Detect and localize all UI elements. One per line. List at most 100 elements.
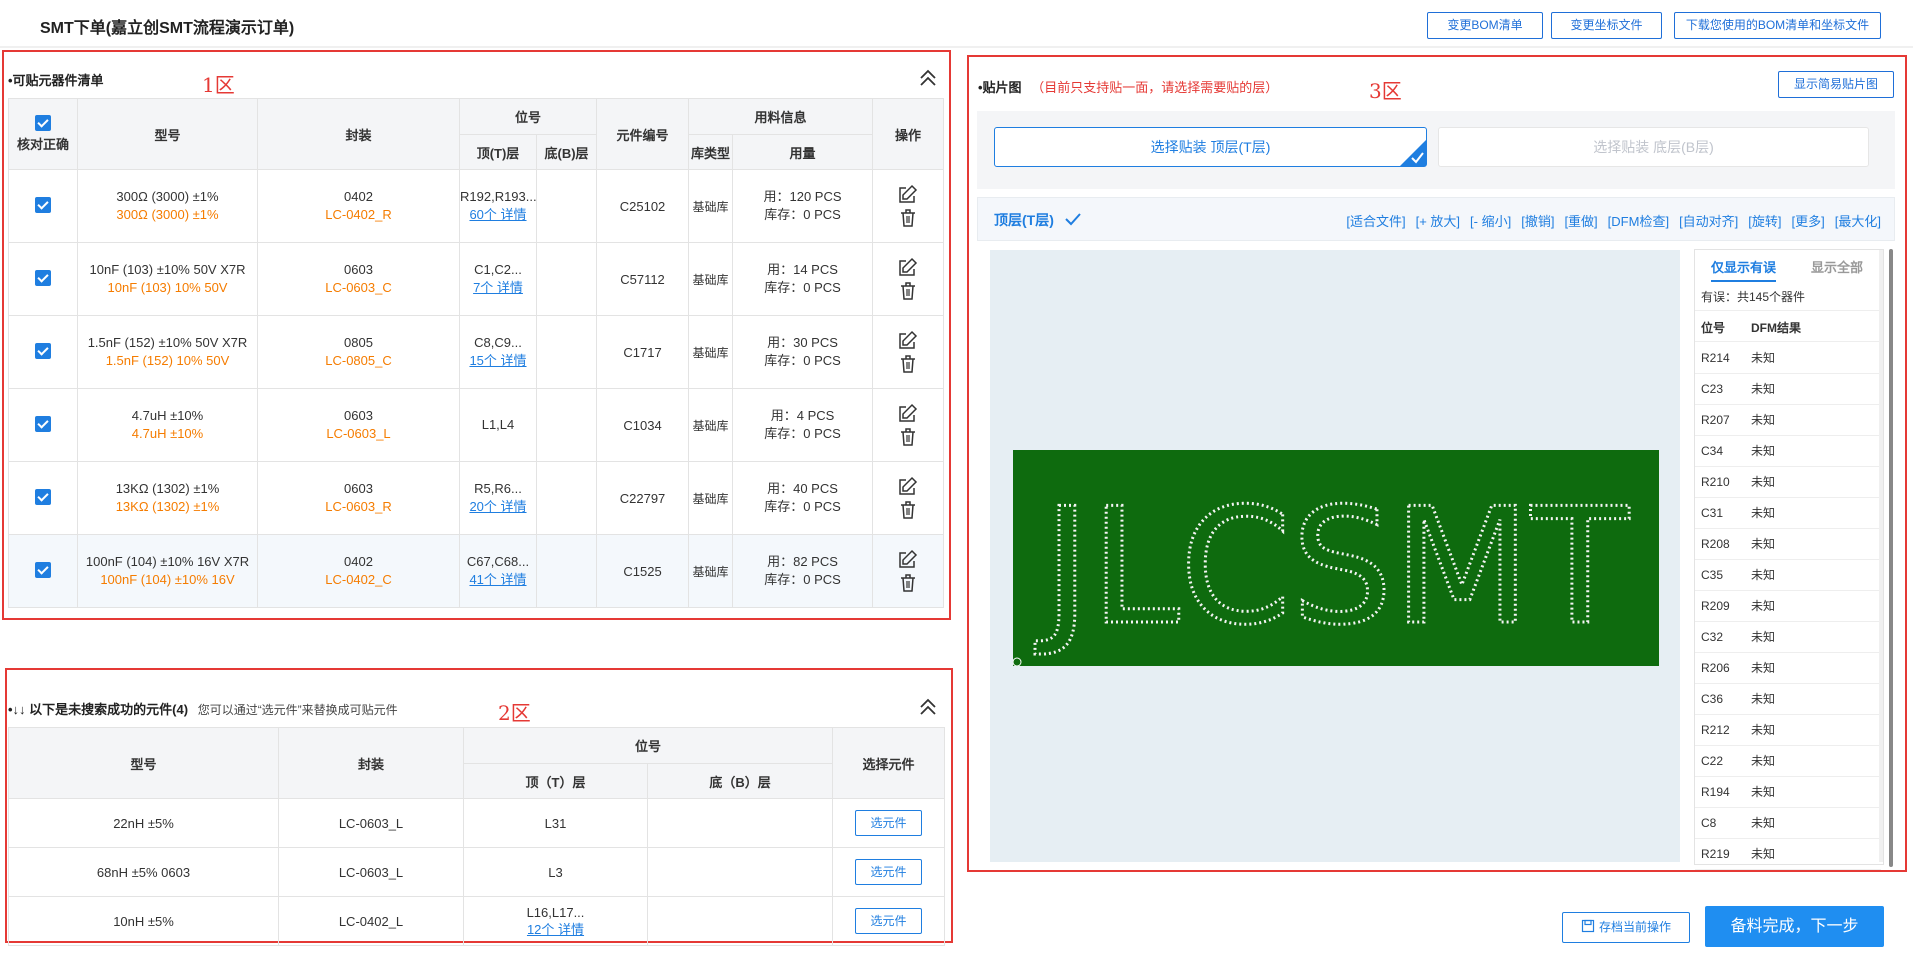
toolbar-link[interactable]: [旋转]	[1748, 214, 1781, 229]
dfm-row[interactable]: C34 未知	[1695, 436, 1881, 467]
dfm-row[interactable]: C23 未知	[1695, 374, 1881, 405]
simple-view-button[interactable]: 显示简易贴片图	[1778, 71, 1894, 98]
select-cell: 选元件	[832, 896, 946, 946]
edit-icon[interactable]	[898, 549, 918, 569]
ops-cell	[872, 169, 945, 243]
dfm-row[interactable]: C31 未知	[1695, 498, 1881, 529]
designator-detail-link[interactable]: 20个 详情	[460, 498, 536, 516]
verify-checkbox[interactable]	[35, 488, 51, 505]
trash-icon[interactable]	[898, 427, 918, 447]
ops-cell	[872, 461, 945, 535]
dfm-designator: C22	[1701, 754, 1724, 768]
dfm-designator: C8	[1701, 816, 1717, 830]
top-layer-button-label: 选择贴装 顶层(T层)	[1150, 139, 1271, 155]
toolbar-link[interactable]: [适合文件]	[1346, 214, 1405, 229]
package-cell: LC-0603_L	[278, 798, 464, 848]
dfm-row[interactable]: R214 未知	[1695, 343, 1881, 374]
dfm-row[interactable]: R194 未知	[1695, 777, 1881, 808]
lib-type-header: 库类型	[688, 134, 734, 170]
toolbar-link[interactable]: [+ 放大]	[1416, 214, 1460, 229]
zone-1-label: 1区	[202, 73, 235, 97]
top-layer-button[interactable]: 选择贴装 顶层(T层)	[994, 127, 1427, 167]
trash-icon[interactable]	[898, 573, 918, 593]
toolbar-link[interactable]: [重做]	[1564, 214, 1597, 229]
next-step-button[interactable]: 备料完成，下一步	[1705, 906, 1884, 947]
edit-icon[interactable]	[898, 184, 918, 204]
dfm-row[interactable]: R219 未知	[1695, 839, 1881, 870]
trash-icon[interactable]	[898, 354, 918, 374]
dfm-row[interactable]: R207 未知	[1695, 405, 1881, 436]
scrollbar-thumb[interactable]	[1889, 249, 1893, 867]
scrollbar[interactable]	[1879, 250, 1883, 862]
toolbar-link[interactable]: [自动对齐]	[1679, 214, 1738, 229]
dfm-row[interactable]: C35 未知	[1695, 560, 1881, 591]
verify-checkbox[interactable]	[35, 269, 51, 286]
qty-stock: 库存：0 PCS	[764, 426, 841, 441]
edit-icon[interactable]	[898, 476, 918, 496]
trash-icon[interactable]	[898, 281, 918, 301]
edit-icon[interactable]	[898, 257, 918, 277]
table-row: 22nH ±5% LC-0603_L L31 选元件	[8, 798, 946, 848]
dfm-designator: C32	[1701, 630, 1724, 644]
download-files-button[interactable]: 下载您使用的BOM清单和坐标文件	[1674, 12, 1881, 39]
qty-stock: 库存：0 PCS	[764, 280, 841, 295]
collapse-icon[interactable]	[918, 68, 938, 88]
select-all-checkbox[interactable]	[35, 115, 51, 131]
designator-detail-link[interactable]: 41个 详情	[460, 571, 536, 589]
dfm-row[interactable]: C22 未知	[1695, 746, 1881, 777]
package-header: 封装	[278, 727, 464, 799]
toolbar-link[interactable]: [DFM检查]	[1608, 214, 1669, 229]
change-coords-button[interactable]: 变更坐标文件	[1551, 12, 1662, 39]
edit-icon[interactable]	[898, 330, 918, 350]
dfm-result: 未知	[1751, 785, 1776, 799]
verify-checkbox[interactable]	[35, 561, 51, 578]
verify-cell	[8, 242, 78, 316]
dfm-result: 未知	[1751, 723, 1776, 737]
package-text: 0805	[344, 335, 373, 350]
table-row: 68nH ±5% 0603 LC-0603_L L3 选元件	[8, 847, 946, 897]
dfm-row[interactable]: R208 未知	[1695, 529, 1881, 560]
verify-checkbox[interactable]	[35, 342, 51, 359]
toolbar-link[interactable]: [撤销]	[1521, 214, 1554, 229]
designator-detail-link[interactable]: 12个 详情	[464, 921, 647, 938]
package-text: 0603	[344, 408, 373, 423]
toolbar-link[interactable]: [- 缩小]	[1470, 214, 1511, 229]
designator-detail-link[interactable]: 7个 详情	[460, 279, 536, 297]
qty-cell: 用：4 PCS 库存：0 PCS	[732, 388, 874, 462]
dfm-result: 未知	[1751, 444, 1776, 458]
designator-detail-link[interactable]: 15个 详情	[460, 352, 536, 370]
qty-used: 用：82 PCS	[767, 554, 838, 569]
package-cell: 0402 LC-0402_C	[257, 534, 460, 608]
toolbar-link[interactable]: [更多]	[1792, 214, 1825, 229]
dfm-row[interactable]: C8 未知	[1695, 808, 1881, 839]
change-bom-button[interactable]: 变更BOM清单	[1427, 12, 1543, 39]
bottom-designator-cell	[535, 534, 598, 608]
package-alt-text: LC-0603_R	[325, 499, 392, 514]
bottom-layer-button[interactable]: 选择贴装 底层(B层)	[1438, 127, 1869, 167]
lib-type-cell: 基础库	[688, 534, 734, 608]
designator-detail-link[interactable]: 60个 详情	[460, 206, 536, 224]
trash-icon[interactable]	[898, 208, 918, 228]
verify-checkbox[interactable]	[35, 415, 51, 432]
pick-part-button[interactable]: 选元件	[855, 859, 923, 885]
dfm-row[interactable]: R206 未知	[1695, 653, 1881, 684]
dfm-row[interactable]: R210 未知	[1695, 467, 1881, 498]
collapse-icon[interactable]	[918, 697, 938, 717]
dfm-row[interactable]: C32 未知	[1695, 622, 1881, 653]
pick-part-button[interactable]: 选元件	[855, 908, 923, 934]
verify-checkbox[interactable]	[35, 196, 51, 213]
edit-icon[interactable]	[898, 403, 918, 423]
toolbar-link[interactable]: [最大化]	[1835, 214, 1881, 229]
package-alt-text: LC-0402_R	[325, 207, 392, 222]
dfm-row[interactable]: R209 未知	[1695, 591, 1881, 622]
dfm-row[interactable]: R212 未知	[1695, 715, 1881, 746]
designator-text: L1,L4	[481, 417, 515, 432]
top-layer-header: 顶(T)层	[459, 134, 537, 170]
pick-part-button[interactable]: 选元件	[855, 810, 923, 836]
trash-icon[interactable]	[898, 500, 918, 520]
tab-show-all[interactable]: 显示全部	[1811, 257, 1863, 276]
save-progress-button[interactable]: 存档当前操作	[1562, 912, 1690, 943]
tab-errors-only[interactable]: 仅显示有误	[1711, 257, 1777, 282]
dfm-row[interactable]: C36 未知	[1695, 684, 1881, 715]
designator-text: L16,L17...	[526, 905, 585, 920]
